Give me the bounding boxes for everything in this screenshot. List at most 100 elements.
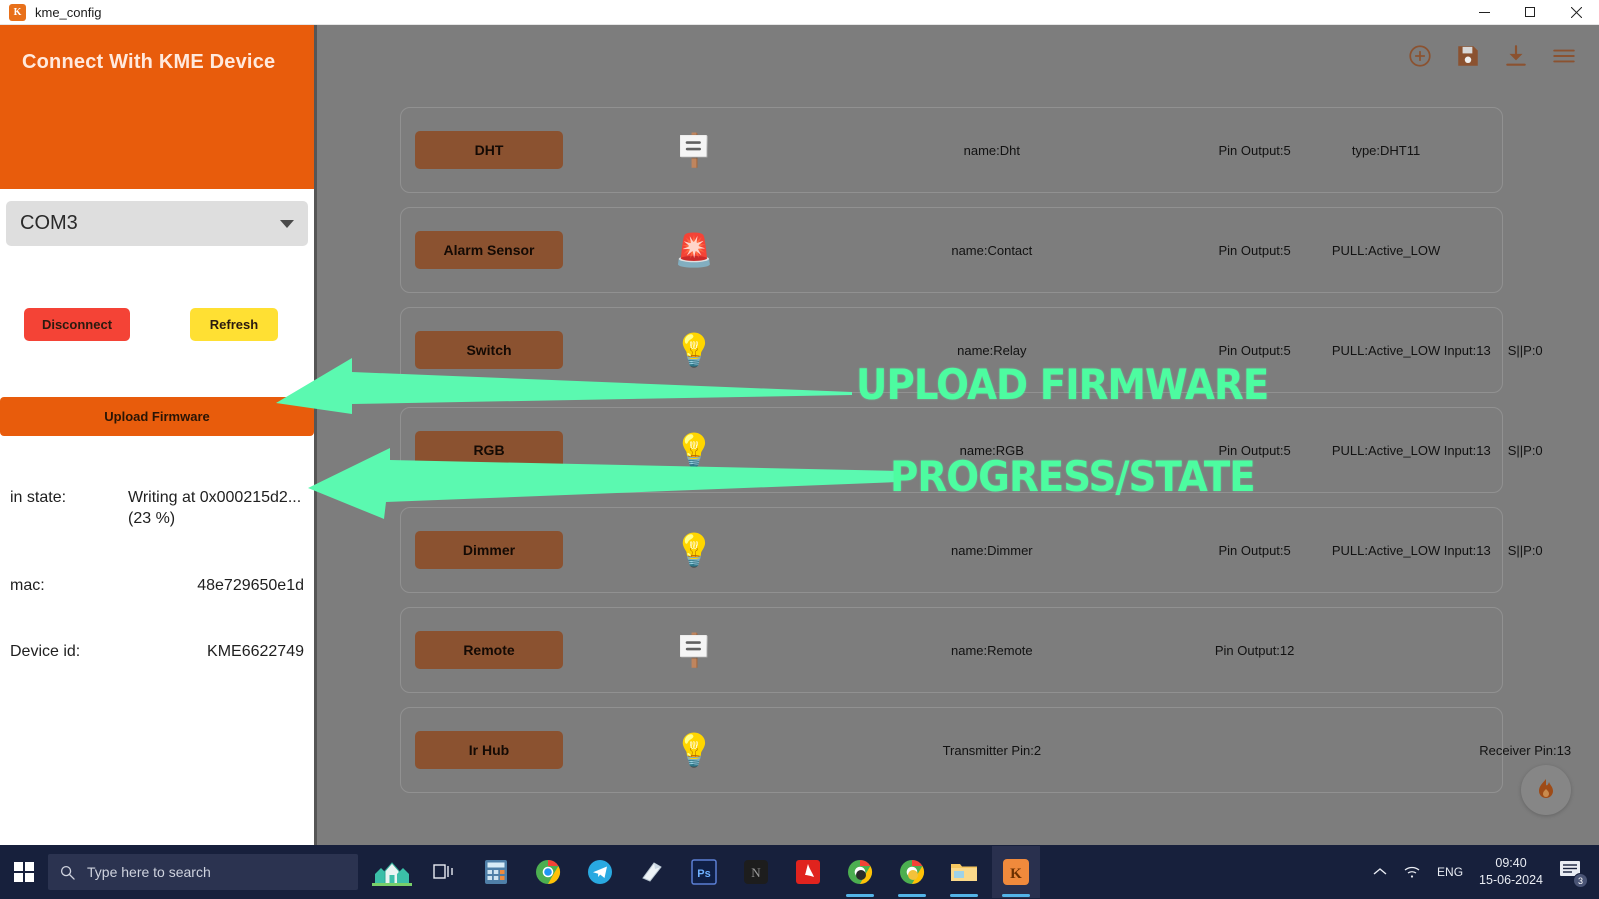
- device-type-button[interactable]: DHT: [415, 131, 563, 169]
- app-icon: K: [9, 3, 26, 21]
- device-type-button[interactable]: Alarm Sensor: [415, 231, 563, 269]
- table-row[interactable]: Remote 🪧 name:Remote Pin Output:12: [400, 607, 1503, 693]
- device-pin: Pin Output:12: [1214, 642, 1295, 658]
- photoshop-icon[interactable]: Ps: [680, 846, 728, 898]
- device-pull: PULL:Active_LOW: [1331, 542, 1441, 558]
- show-hidden-icons-chevron[interactable]: [1373, 867, 1387, 877]
- maximize-button[interactable]: [1507, 0, 1553, 25]
- table-row[interactable]: Dimmer 💡 name:Dimmer Pin Output:5 PULL:A…: [400, 507, 1543, 593]
- device-type-button[interactable]: Ir Hub: [415, 731, 563, 769]
- wifi-icon[interactable]: [1403, 865, 1421, 879]
- device-sp: S||P:0: [1507, 442, 1543, 458]
- sticky-notes-icon[interactable]: [628, 846, 676, 898]
- window-titlebar: K kme_config: [0, 0, 1599, 25]
- mac-label: mac:: [10, 576, 45, 594]
- lamp-icon: 💡: [674, 332, 714, 368]
- refresh-button[interactable]: Refresh: [190, 308, 278, 341]
- download-icon[interactable]: [1503, 43, 1529, 69]
- svg-text:K: K: [1010, 866, 1022, 882]
- screen: K kme_config Connect With KME Device COM…: [0, 0, 1599, 899]
- device-type-button[interactable]: RGB: [415, 431, 563, 469]
- app-body: Connect With KME Device COM3 Disconnect …: [0, 25, 1599, 845]
- dialog-title: Connect With KME Device: [22, 51, 276, 73]
- notion-icon[interactable]: N: [732, 846, 780, 898]
- annotation-upload-firmware: UPLOAD FIRMWARE: [856, 360, 1269, 409]
- clock[interactable]: 09:40 15-06-2024: [1479, 855, 1543, 889]
- minimize-button[interactable]: [1461, 0, 1507, 25]
- windows-start-icon[interactable]: [0, 845, 48, 899]
- task-view-icon[interactable]: [420, 846, 468, 898]
- disconnect-button[interactable]: Disconnect: [24, 308, 130, 341]
- device-fields: name:Contact Pin Output:5 PULL:Active_LO…: [729, 208, 1502, 292]
- device-input: Input:13: [1443, 442, 1491, 458]
- telegram-icon[interactable]: [576, 846, 624, 898]
- notification-badge: 3: [1573, 873, 1588, 888]
- table-row[interactable]: Alarm Sensor 🚨 name:Contact Pin Output:5…: [400, 207, 1503, 293]
- table-row[interactable]: DHT 🪧 name:Dht Pin Output:5 type:DHT11: [400, 107, 1503, 193]
- file-explorer-icon[interactable]: [940, 846, 988, 898]
- window-controls: [1461, 0, 1599, 25]
- device-input: Input:13: [1443, 342, 1491, 358]
- device-name: Transmitter Pin:2: [942, 742, 1042, 758]
- blinds-icon: 🪧: [674, 632, 714, 668]
- kme-config-icon[interactable]: K: [992, 846, 1040, 898]
- search-icon: [60, 865, 75, 880]
- language-indicator[interactable]: ENG: [1437, 865, 1463, 879]
- flame-fab-button[interactable]: [1521, 765, 1571, 815]
- device-pull: type:DHT11: [1351, 142, 1421, 158]
- device-pull: PULL:Active_LOW: [1331, 342, 1441, 358]
- search-placeholder: Type here to search: [87, 864, 211, 880]
- device-id-label: Device id:: [10, 643, 81, 661]
- add-circle-icon[interactable]: [1407, 43, 1433, 69]
- com-port-select[interactable]: COM3: [6, 201, 308, 246]
- lightbulb-icon: 💡: [674, 432, 714, 468]
- notifications-button[interactable]: 3: [1559, 859, 1588, 888]
- upload-firmware-button[interactable]: Upload Firmware: [0, 397, 314, 436]
- svg-text:Ps: Ps: [697, 868, 710, 880]
- chrome-window2-icon[interactable]: [888, 846, 936, 898]
- flame-icon: [1539, 779, 1553, 798]
- chevron-down-icon: [280, 219, 294, 228]
- device-pull: PULL:Active_LOW: [1331, 442, 1441, 458]
- device-id-value: KME6622749: [207, 643, 304, 661]
- device-fields: name:Remote Pin Output:12: [729, 608, 1502, 692]
- clock-time: 09:40: [1495, 856, 1527, 871]
- device-fields: Transmitter Pin:2 Receiver Pin:13: [729, 708, 1572, 792]
- acrobat-reader-icon[interactable]: [784, 846, 832, 898]
- device-id-info-row: Device id: KME6622749: [0, 642, 314, 663]
- chrome-window-icon[interactable]: [836, 846, 884, 898]
- device-sp: Receiver Pin:13: [1479, 742, 1572, 758]
- device-input: Input:13: [1443, 542, 1491, 558]
- device-type-button[interactable]: Remote: [415, 631, 563, 669]
- device-pin: Pin Output:5: [1218, 142, 1291, 158]
- lamp-icon: 💡: [674, 532, 714, 568]
- state-label: in state:: [10, 489, 67, 506]
- taskview-houses-icon[interactable]: [368, 846, 416, 898]
- device-type-button[interactable]: Dimmer: [415, 531, 563, 569]
- system-tray: ENG 09:40 15-06-2024 3: [1373, 855, 1599, 889]
- chrome-icon[interactable]: [524, 846, 572, 898]
- app-toolbar: [316, 25, 1599, 87]
- connection-buttons: Disconnect Refresh: [0, 308, 314, 341]
- device-type-button[interactable]: Switch: [415, 331, 563, 369]
- blinds-icon: 🪧: [674, 132, 714, 168]
- device-pin: Pin Output:5: [1218, 342, 1291, 358]
- device-name: name:Relay: [957, 342, 1027, 358]
- dialog-header: Connect With KME Device: [0, 25, 314, 189]
- device-name: name:Remote: [950, 642, 1033, 658]
- annotation-progress-state: PROGRESS/STATE: [890, 452, 1256, 501]
- smoke-detector-icon: 🚨: [674, 232, 714, 268]
- close-button[interactable]: [1553, 0, 1599, 25]
- taskbar-apps: Ps N K: [368, 846, 1040, 898]
- table-row[interactable]: Ir Hub 💡 Transmitter Pin:2 Receiver Pin:…: [400, 707, 1572, 793]
- save-icon[interactable]: [1455, 43, 1481, 69]
- search-input[interactable]: Type here to search: [48, 854, 358, 890]
- connect-dialog: Connect With KME Device COM3 Disconnect …: [0, 25, 317, 845]
- menu-icon[interactable]: [1551, 43, 1577, 69]
- mac-info-row: mac: 48e729650e1d: [0, 576, 314, 597]
- calculator-icon[interactable]: [472, 846, 520, 898]
- state-info-row: in state: Writing at 0x000215d2... (23 %…: [0, 488, 314, 530]
- device-sp: S||P:0: [1507, 342, 1543, 358]
- window-title: kme_config: [35, 4, 102, 20]
- device-fields: name:Dht Pin Output:5 type:DHT11: [729, 108, 1502, 192]
